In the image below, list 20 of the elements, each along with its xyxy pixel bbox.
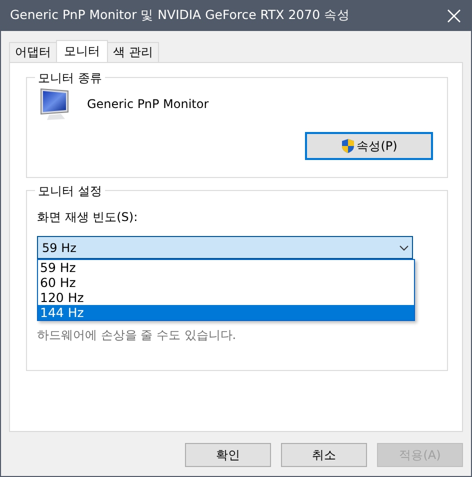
tab[interactable]: 색 관리 [107, 42, 159, 62]
dropdown-option[interactable]: 59 Hz [38, 260, 414, 275]
chevron-icon [399, 244, 409, 250]
dropdown-option[interactable]: 120 Hz [38, 290, 414, 305]
group-legend: 모니터 종류 [35, 70, 105, 87]
refresh-rate-label: 화면 재생 빈도(S): [37, 209, 139, 226]
shield-icon [340, 138, 355, 154]
group-legend: 모니터 설정 [35, 183, 105, 200]
refresh-rate-dropdown[interactable]: 59 Hz [37, 236, 413, 259]
window-title: Generic PnP Monitor 및 NVIDIA GeForce RTX 2070 속성 [10, 7, 350, 24]
warning-text: 하드웨어에 손상을 줄 수도 있습니다. [37, 327, 238, 344]
tab[interactable]: 어댑터 [9, 42, 57, 62]
tab[interactable]: 모니터 [56, 40, 108, 62]
properties-button[interactable]: 속성(P) [305, 132, 433, 160]
dialog-button[interactable]: 취소 [281, 443, 367, 467]
dropdown-option[interactable]: 144 Hz [38, 305, 414, 320]
dropdown-option[interactable]: 60 Hz [38, 275, 414, 290]
monitor-name: Generic PnP Monitor [87, 97, 209, 111]
dialog-button[interactable]: 확인 [185, 443, 271, 467]
close-icon[interactable] [447, 8, 461, 22]
